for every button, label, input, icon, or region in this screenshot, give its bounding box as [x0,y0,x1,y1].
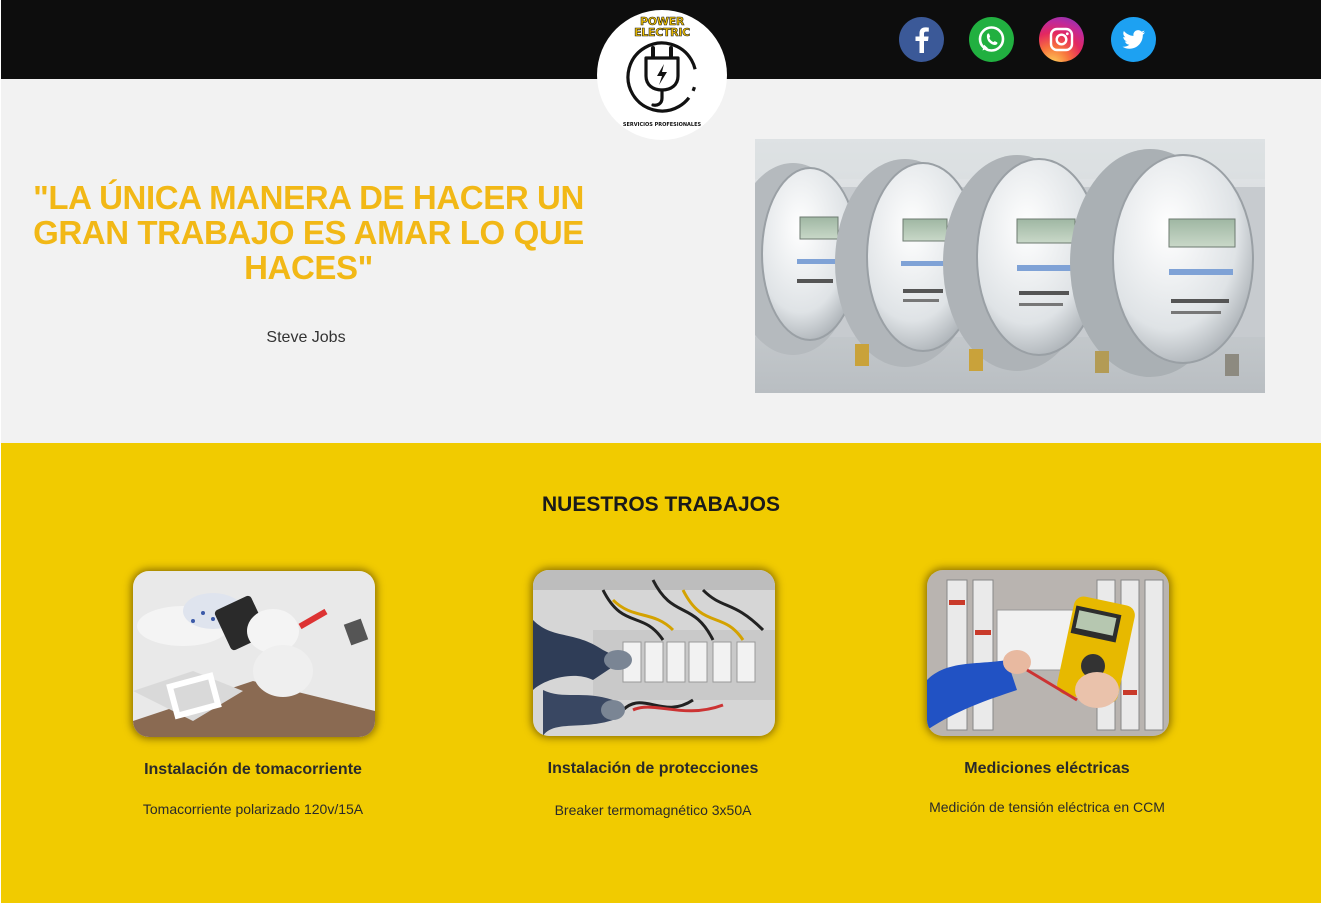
whatsapp-icon [978,26,1005,52]
instagram-link[interactable] [1039,17,1084,62]
page: POWER ELECTRIC SERVICIOS PROFESIONALES "… [1,0,1321,905]
hero-quote: "LA ÚNICA MANERA DE HACER UN GRAN TRABAJ… [33,179,584,286]
breaker-panel-photo [533,570,775,736]
works-title: NUESTROS TRABAJOS [541,493,781,516]
logo-title: POWER ELECTRIC [634,15,691,39]
work-title: Instalación de tomacorriente [144,761,362,778]
twitter-link[interactable] [1111,17,1156,62]
work-title: Instalación de protecciones [547,760,759,777]
plug-icon [626,41,698,113]
outlet-installation-photo [133,571,375,737]
facebook-link[interactable] [899,17,944,62]
quote-author: Steve Jobs [266,329,346,346]
works-section: NUESTROS TRABAJOS Instalación de tomacor… [1,443,1321,903]
work-description: Breaker termomagnético 3x50A [554,802,752,818]
twitter-icon [1122,30,1145,49]
instagram-icon [1049,27,1074,52]
work-title: Mediciones eléctricas [964,760,1130,777]
work-description: Medición de tensión eléctrica en CCM [929,799,1165,815]
logo-subtitle: SERVICIOS PROFESIONALES [622,122,702,128]
brand-logo[interactable]: POWER ELECTRIC SERVICIOS PROFESIONALES [597,10,727,140]
multimeter-measurement-photo [927,570,1169,736]
facebook-icon [915,27,929,53]
whatsapp-link[interactable] [969,17,1014,62]
work-description: Tomacorriente polarizado 120v/15A [142,801,364,817]
electric-meters-photo [755,139,1265,393]
